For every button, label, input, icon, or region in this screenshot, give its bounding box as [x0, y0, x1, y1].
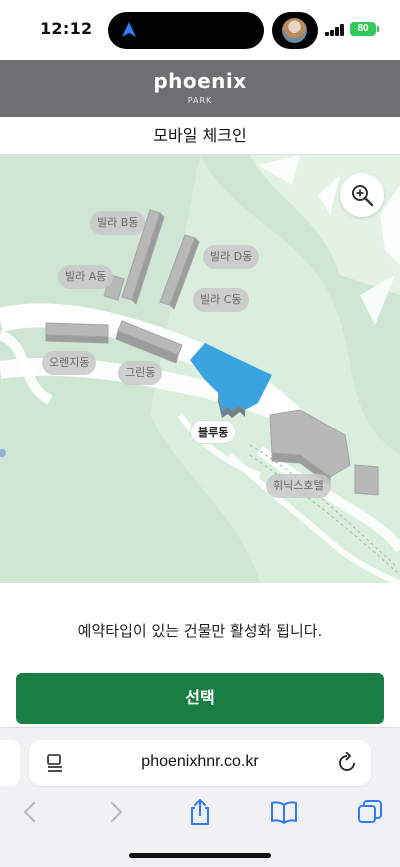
- bookmarks-icon[interactable]: [270, 798, 298, 826]
- tabs-icon[interactable]: [356, 798, 384, 826]
- label-villa-b[interactable]: 빌라 B동: [90, 211, 146, 235]
- url-text: phoenixhnr.co.kr: [141, 753, 259, 770]
- brand-header: phoenix PARK: [0, 60, 400, 117]
- home-indicator: [129, 853, 271, 858]
- status-time: 12:12: [40, 19, 93, 38]
- label-villa-c[interactable]: 빌라 C동: [193, 288, 249, 312]
- battery-icon: 80: [350, 22, 376, 36]
- select-button[interactable]: 선택: [16, 673, 384, 724]
- share-icon[interactable]: [186, 798, 214, 826]
- back-icon[interactable]: [16, 798, 44, 826]
- cellular-signal-icon: [325, 24, 345, 36]
- browser-toolbar: phoenixhnr.co.kr: [0, 727, 400, 867]
- address-bar[interactable]: phoenixhnr.co.kr: [29, 740, 371, 786]
- page-title: 모바일 체크인: [0, 117, 400, 155]
- label-blue[interactable]: 블루동: [190, 420, 237, 444]
- reload-icon[interactable]: [337, 752, 357, 774]
- avatar: [282, 18, 307, 43]
- label-green[interactable]: 그린동: [118, 361, 163, 385]
- location-arrow-icon: [122, 22, 136, 37]
- label-villa-d[interactable]: 빌라 D동: [203, 245, 260, 269]
- label-orange[interactable]: 오렌지동: [42, 351, 97, 375]
- status-bar: 12:12 80: [0, 0, 400, 60]
- brand-logo: phoenix: [153, 69, 247, 93]
- previous-tab-card[interactable]: [0, 740, 20, 786]
- brand-sub: PARK: [187, 96, 213, 105]
- battery-tip: [377, 26, 379, 32]
- label-villa-a[interactable]: 빌라 A동: [58, 265, 114, 289]
- zoom-in-icon: [352, 185, 374, 207]
- forward-icon[interactable]: [102, 798, 130, 826]
- zoom-button[interactable]: [340, 173, 384, 217]
- notice-text: 예약타입이 있는 건물만 활성화 됩니다.: [77, 622, 323, 640]
- live-activity: [272, 12, 318, 49]
- resort-map[interactable]: 빌라 B동 빌라 A동 빌라 D동 빌라 C동 오렌지동 그린동 블루동 휘닉스…: [0, 155, 400, 583]
- dynamic-island: [108, 12, 264, 49]
- label-phoenix-hotel[interactable]: 휘닉스호텔: [266, 474, 331, 498]
